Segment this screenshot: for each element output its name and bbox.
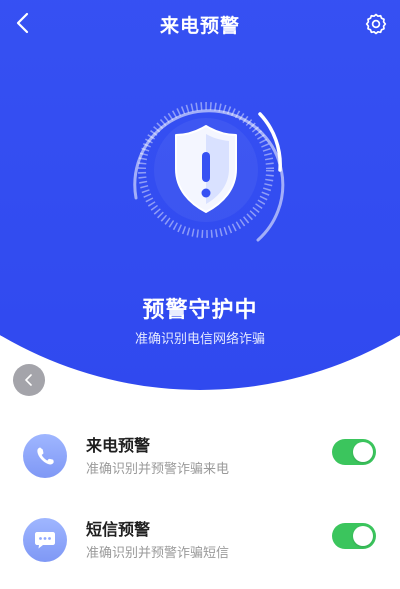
feature-title: 短信预警 xyxy=(86,520,151,539)
toggle-knob xyxy=(353,526,373,546)
status-subtitle: 准确识别电信网络诈骗 xyxy=(134,332,265,347)
feature-description: 准确识别并预警诈骗来电 xyxy=(86,462,230,477)
sms-warning-toggle[interactable] xyxy=(332,523,376,549)
feature-icon-circle xyxy=(23,434,67,478)
settings-button[interactable] xyxy=(360,8,392,40)
toggle-knob xyxy=(353,442,373,462)
side-drawer-handle[interactable] xyxy=(13,364,45,396)
gear-icon xyxy=(365,13,387,35)
status-title: 预警守护中 xyxy=(142,298,258,323)
protection-indicator xyxy=(108,72,304,268)
feature-item-sms-warning: 短信预警 准确识别并预警诈骗短信 xyxy=(0,514,400,578)
chevron-left-icon xyxy=(25,374,32,386)
call-warning-toggle[interactable] xyxy=(332,439,376,465)
feature-icon-circle xyxy=(23,518,67,562)
phone-icon xyxy=(37,447,54,465)
page-title: 来电预警 xyxy=(159,15,240,37)
message-icon xyxy=(35,532,55,549)
feature-description: 准确识别并预警诈骗短信 xyxy=(86,546,230,561)
feature-title: 来电预警 xyxy=(86,436,151,455)
feature-item-call-warning: 来电预警 准确识别并预警诈骗来电 xyxy=(0,430,400,494)
hero-panel: 来电预警 预警守护中 准确识别电信网络诈骗 xyxy=(0,0,400,400)
top-bar: 来电预警 xyxy=(0,0,400,48)
